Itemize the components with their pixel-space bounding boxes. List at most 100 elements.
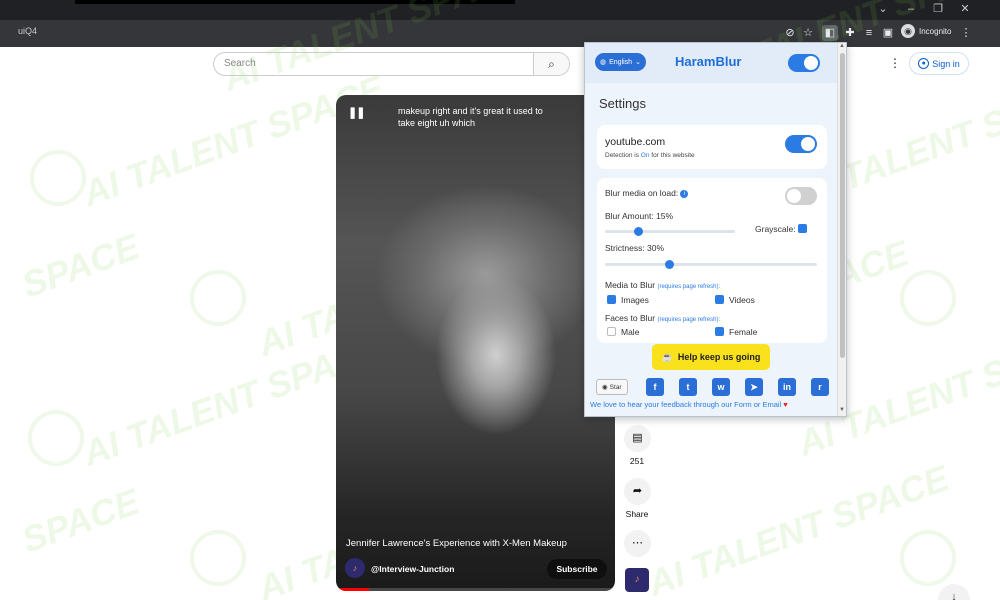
bookmark-star-icon[interactable]: ☆ [800, 25, 816, 41]
share-button[interactable]: ➦ [624, 478, 651, 505]
video-progress-bar[interactable] [336, 588, 615, 591]
search-input[interactable]: Search [224, 58, 256, 69]
requires-refresh-note: (requires page refresh): [657, 284, 721, 290]
watermark-text: SPACE [16, 225, 145, 306]
shorts-video-player[interactable]: ❚❚ makeup right and it's great it used t… [336, 95, 615, 591]
female-checkbox[interactable] [715, 327, 724, 336]
feedback-text[interactable]: We love to hear your feedback through ou… [590, 400, 788, 409]
video-progress-fill [336, 588, 370, 591]
help-keep-us-going-button[interactable]: ☕ Help keep us going [652, 344, 770, 370]
linkedin-icon[interactable]: in [778, 378, 796, 396]
restore-button[interactable]: ❐ [925, 2, 951, 16]
reddit-icon[interactable]: r [811, 378, 829, 396]
blur-on-load-toggle[interactable] [785, 187, 817, 205]
side-panel-icon[interactable]: ▣ [880, 25, 896, 41]
strictness-slider[interactable] [605, 260, 817, 269]
video-caption: makeup right and it's great it used to t… [398, 106, 543, 128]
blur-amount-slider[interactable] [605, 227, 735, 236]
telegram-icon[interactable]: ➤ [745, 378, 763, 396]
pause-icon[interactable]: ❚❚ [348, 106, 365, 119]
browser-toolbar: uiQ4 ⊘ ☆ ◧ ✚ ≡ ▣ ◉ Incognito ⋮ [0, 20, 1000, 47]
comment-icon: ▤ [632, 432, 643, 444]
grayscale-checkbox[interactable] [798, 224, 807, 233]
twitter-icon[interactable]: t [679, 378, 697, 396]
watermark-logo-icon [30, 150, 86, 206]
sign-in-label: Sign in [932, 58, 960, 69]
incognito-badge[interactable]: ◉ Incognito [901, 24, 951, 38]
globe-icon: ◍ [600, 59, 607, 66]
extensions-puzzle-icon[interactable]: ✚ [842, 25, 858, 41]
strictness-label: Strictness: 30% [605, 243, 665, 253]
github-star-button[interactable]: ◉ Star [596, 379, 628, 395]
channel-name[interactable]: @Interview-Junction [371, 564, 454, 574]
address-bar-url[interactable]: uiQ4 [18, 26, 37, 36]
blur-on-load-label: Blur media on load: i [605, 188, 689, 198]
popup-scroll-thumb[interactable] [840, 53, 845, 358]
site-domain: youtube.com [605, 136, 666, 148]
incognito-icon: ◉ [901, 24, 915, 38]
site-detection-toggle[interactable] [785, 135, 817, 153]
active-tab[interactable] [75, 0, 515, 4]
facebook-icon[interactable]: f [646, 378, 664, 396]
watermark-logo-icon [900, 270, 956, 326]
tab-search-icon[interactable]: ⌄ [870, 2, 896, 16]
scroll-up-arrow-icon[interactable]: ▲ [839, 43, 845, 49]
heart-icon: ♥ [783, 400, 788, 409]
search-box[interactable]: Search ⌕ [213, 52, 570, 76]
incognito-label: Incognito [919, 26, 952, 36]
whatsapp-icon[interactable]: w [712, 378, 730, 396]
videos-checkbox[interactable] [715, 295, 724, 304]
scroll-down-icon[interactable]: ↓ [938, 584, 970, 600]
close-window-button[interactable]: ✕ [952, 2, 978, 16]
sound-channel-thumb[interactable]: ♪ [625, 568, 649, 592]
language-label: English [609, 58, 633, 66]
extension-master-toggle[interactable] [788, 54, 820, 72]
grayscale-label: Grayscale: [755, 224, 812, 234]
settings-title: Settings [599, 96, 646, 111]
channel-avatar[interactable]: ♪ [345, 558, 365, 578]
watermark-text: AI TALENT SPACE [642, 457, 954, 600]
blur-amount-label: Blur Amount: 15% [605, 211, 674, 221]
watermark-text: SPACE [16, 480, 145, 561]
info-icon[interactable]: i [680, 190, 689, 198]
faces-female-option[interactable]: Female [715, 327, 757, 337]
coffee-cup-icon: ☕ [661, 351, 673, 362]
male-checkbox[interactable] [607, 327, 616, 336]
video-title[interactable]: Jennifer Lawrence's Experience with X-Me… [346, 538, 567, 549]
share-label: Share [625, 509, 649, 519]
scroll-down-arrow-icon[interactable]: ▼ [839, 407, 845, 413]
chevron-down-icon: ⌄ [635, 59, 641, 66]
haramblur-extension-icon[interactable]: ◧ [822, 25, 838, 41]
comments-count: 251 [629, 456, 645, 466]
haramblur-popup: ◍ English ⌄ HaramBlur Settings youtube.c… [584, 42, 847, 417]
subscribe-button[interactable]: Subscribe [547, 559, 607, 579]
language-select[interactable]: ◍ English ⌄ [595, 53, 646, 71]
minimize-button[interactable]: – [898, 2, 924, 16]
blur-amount-thumb[interactable] [634, 227, 643, 236]
media-videos-option[interactable]: Videos [715, 295, 755, 305]
star-label: Star [609, 383, 622, 391]
settings-menu-icon[interactable]: ⋮ [889, 56, 901, 70]
browser-tab-strip: ⌄ – ❐ ✕ [0, 0, 1000, 20]
eye-off-icon[interactable]: ⊘ [782, 25, 798, 41]
browser-menu-icon[interactable]: ⋮ [958, 25, 974, 41]
comments-button[interactable]: ▤ [624, 425, 651, 452]
strictness-thumb[interactable] [664, 260, 674, 269]
sign-in-button[interactable]: ● Sign in [909, 52, 969, 75]
popup-scrollbar[interactable]: ▲ ▼ [837, 43, 846, 416]
media-images-option[interactable]: Images [607, 295, 649, 305]
detection-suffix: for this website [649, 152, 695, 159]
blur-options-card: Blur media on load: i Blur Amount: 15% Gr… [597, 178, 827, 343]
requires-refresh-note: (requires page refresh): [657, 317, 721, 323]
media-to-blur-label: Media to Blur (requires page refresh): [605, 280, 721, 290]
account-icon: ● [918, 58, 930, 69]
reading-list-icon[interactable]: ≡ [861, 25, 877, 41]
site-card: youtube.com Detection is On for this web… [597, 125, 827, 169]
images-checkbox[interactable] [607, 295, 616, 304]
faces-male-option[interactable]: Male [607, 327, 639, 337]
search-icon[interactable]: ⌕ [533, 53, 569, 75]
watermark-logo-icon [900, 530, 956, 586]
more-actions-button[interactable]: ⋯ [624, 530, 651, 557]
github-icon: ◉ [602, 384, 608, 391]
share-icon: ➦ [632, 485, 643, 497]
